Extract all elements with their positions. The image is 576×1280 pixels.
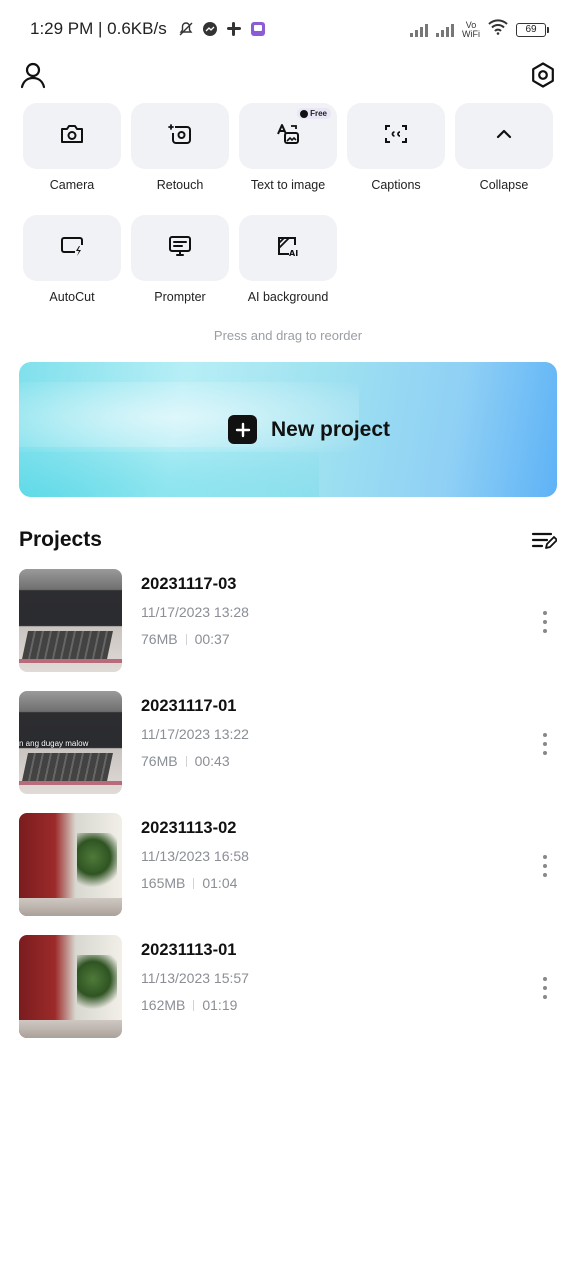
battery-icon: 69 (516, 22, 549, 37)
top-nav (0, 58, 576, 94)
tool-prompter[interactable]: Prompter (131, 215, 229, 304)
tool-ai-background[interactable]: AI AI background (239, 215, 337, 304)
project-date: 11/13/2023 16:58 (141, 848, 249, 864)
wifi-icon (488, 19, 508, 40)
project-size: 165MB (141, 875, 186, 891)
tool-collapse[interactable]: Collapse (455, 103, 553, 192)
tool-label: Captions (371, 178, 421, 192)
tool-label: Collapse (479, 178, 529, 192)
project-thumbnail: n ang dugay malow (19, 691, 122, 794)
slack-icon (225, 20, 243, 38)
project-duration: 01:19 (202, 997, 238, 1013)
projects-title: Projects (19, 528, 102, 551)
tool-captions[interactable]: Captions (347, 103, 445, 192)
tool-label: AutoCut (49, 290, 95, 304)
more-options-icon[interactable] (541, 977, 549, 999)
tool-autocut[interactable]: AutoCut (23, 215, 121, 304)
retouch-icon (167, 122, 193, 151)
settings-icon[interactable] (528, 60, 558, 90)
project-size: 76MB (141, 631, 178, 647)
reorder-hint: Press and drag to reorder (213, 328, 363, 343)
project-name: 20231117-01 (141, 697, 237, 715)
project-thumbnail (19, 935, 122, 1038)
text-to-image-icon (275, 122, 301, 151)
tool-camera[interactable]: Camera (23, 103, 121, 192)
profile-icon[interactable] (18, 60, 48, 90)
more-options-icon[interactable] (541, 855, 549, 877)
svg-text:AI: AI (289, 249, 298, 258)
clock-icon (300, 109, 309, 118)
captions-icon (383, 122, 409, 151)
status-bar: 1:29 PM | 0.6KB/s Vo WiFi 69 (0, 0, 576, 58)
project-thumbnail (19, 569, 122, 672)
sort-manage-icon[interactable] (531, 530, 558, 552)
mute-icon (177, 20, 195, 38)
project-name: 20231113-02 (141, 819, 237, 837)
project-name: 20231113-01 (141, 941, 237, 959)
project-meta: 165MB 01:04 (141, 875, 237, 891)
tool-label: Camera (49, 178, 95, 192)
new-project-button[interactable]: New project (19, 362, 557, 497)
project-date: 11/17/2023 13:22 (141, 726, 249, 742)
project-duration: 00:37 (194, 631, 230, 647)
more-options-icon[interactable] (541, 611, 549, 633)
autocut-icon (59, 234, 85, 263)
messenger-icon (201, 20, 219, 38)
project-size: 76MB (141, 753, 178, 769)
projects-header: Projects (19, 528, 558, 556)
project-size: 162MB (141, 997, 186, 1013)
project-date: 11/13/2023 15:57 (141, 970, 249, 986)
project-row[interactable]: n ang dugay malow 20231117-01 11/17/2023… (19, 691, 557, 795)
project-row[interactable]: 20231117-03 11/17/2023 13:28 76MB 00:37 (19, 569, 557, 673)
plus-icon (228, 415, 257, 444)
prompter-icon (167, 234, 193, 263)
free-badge: Free (297, 108, 331, 119)
tool-label: Retouch (156, 178, 204, 192)
project-duration: 00:43 (194, 753, 230, 769)
more-options-icon[interactable] (541, 733, 549, 755)
ai-background-icon: AI (275, 234, 301, 263)
thumbnail-caption: n ang dugay malow (19, 739, 89, 748)
new-project-label: New project (271, 417, 391, 441)
project-duration: 01:04 (202, 875, 238, 891)
camera-icon (59, 122, 85, 151)
app-notification-icon (249, 20, 267, 38)
tool-label: Prompter (154, 290, 206, 304)
vowifi-indicator: Vo WiFi (462, 19, 480, 39)
project-meta: 76MB 00:37 (141, 631, 230, 647)
project-name: 20231117-03 (141, 575, 237, 593)
project-row[interactable]: 20231113-02 11/13/2023 16:58 165MB 01:04 (19, 813, 557, 917)
chevron-up-icon (494, 124, 514, 149)
signal-icon (410, 23, 428, 37)
status-time: 1:29 PM | 0.6KB/s (30, 19, 167, 38)
project-meta: 162MB 01:19 (141, 997, 237, 1013)
project-thumbnail (19, 813, 122, 916)
project-meta: 76MB 00:43 (141, 753, 230, 769)
tool-label: AI background (247, 290, 329, 304)
tool-label: Text to image (250, 178, 326, 192)
tool-text-to-image[interactable]: Free Text to image (239, 103, 337, 192)
tool-retouch[interactable]: Retouch (131, 103, 229, 192)
project-row[interactable]: 20231113-01 11/13/2023 15:57 162MB 01:19 (19, 935, 557, 1039)
signal-icon-2 (436, 23, 454, 37)
project-date: 11/17/2023 13:28 (141, 604, 249, 620)
